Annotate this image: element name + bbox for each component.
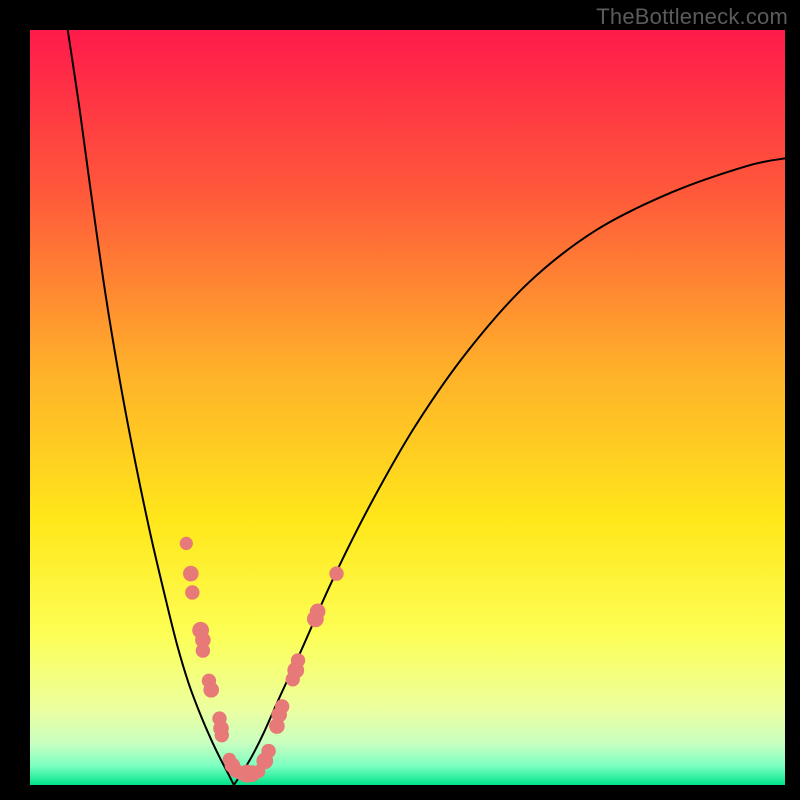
plot-area <box>30 30 785 785</box>
data-point <box>183 566 199 582</box>
watermark-label: TheBottleneck.com <box>596 4 788 30</box>
data-point <box>185 585 199 599</box>
data-point <box>215 728 229 742</box>
data-point <box>180 537 193 550</box>
chart-svg <box>30 30 785 785</box>
gradient-background <box>30 30 785 785</box>
data-point <box>261 744 275 758</box>
chart-frame: TheBottleneck.com <box>0 0 800 800</box>
data-point <box>196 643 210 657</box>
data-point <box>203 682 219 698</box>
data-point <box>310 604 326 620</box>
data-point <box>329 566 343 580</box>
data-point <box>291 653 305 667</box>
data-point <box>275 699 289 713</box>
